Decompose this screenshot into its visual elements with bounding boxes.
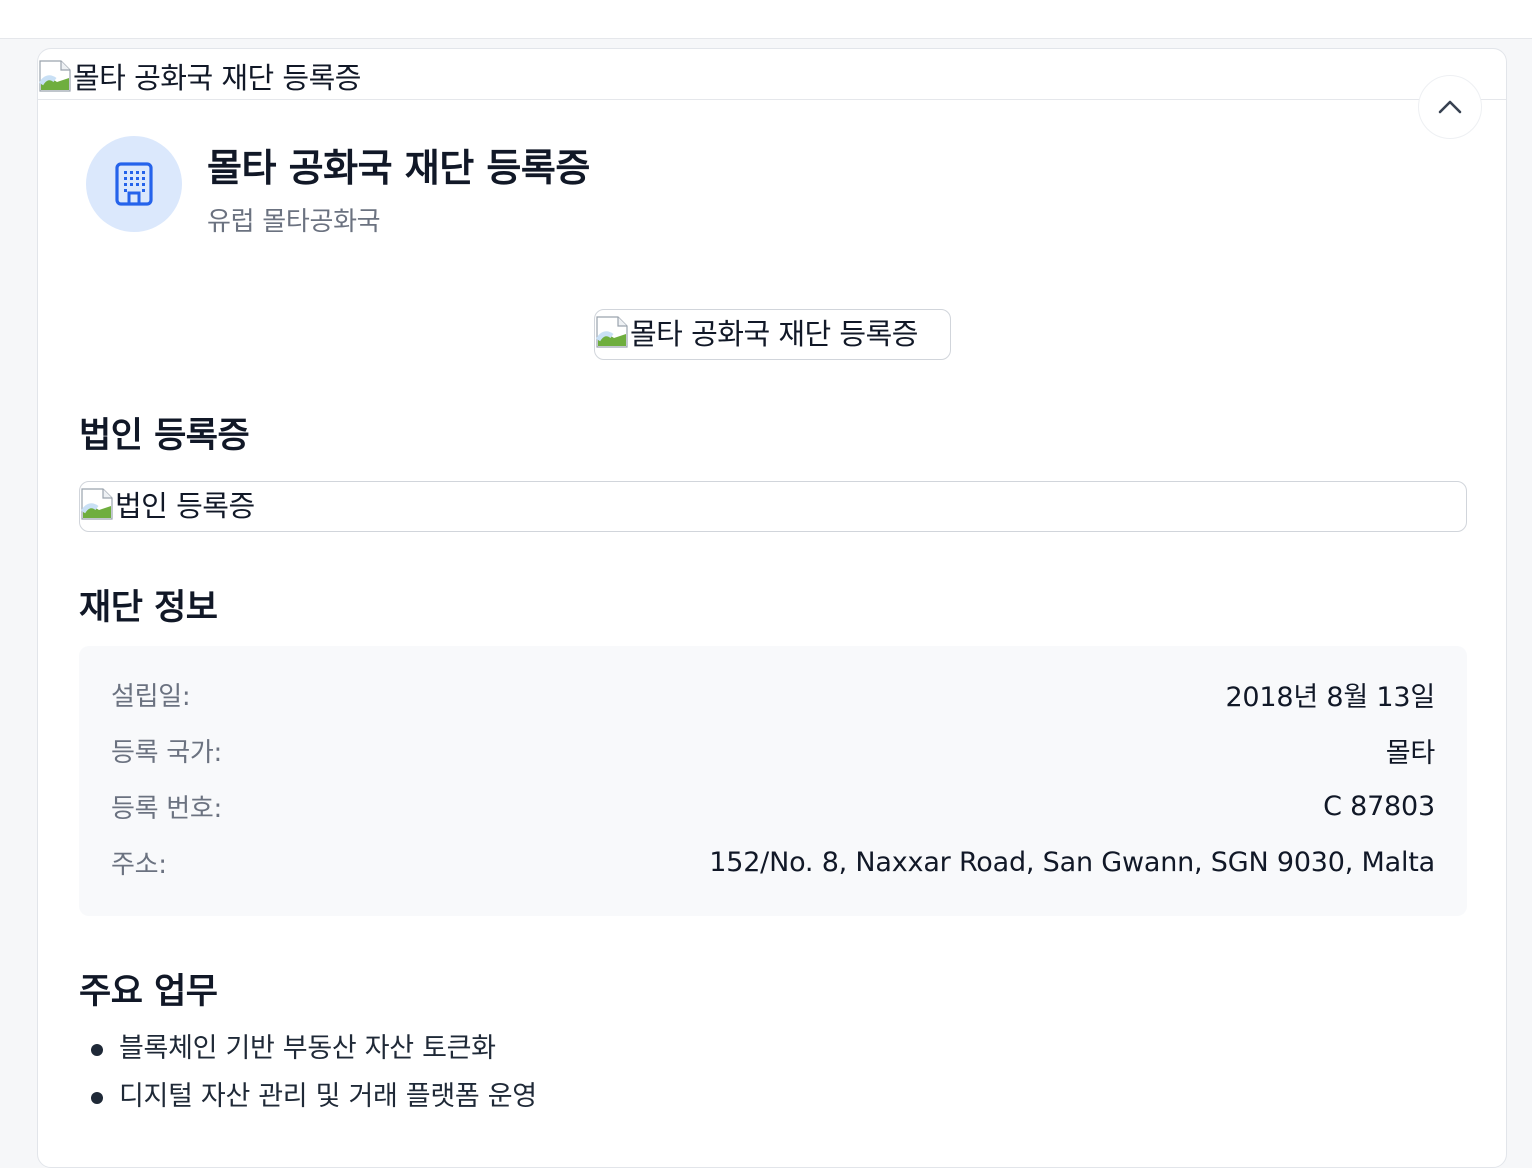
certificate-section-title: 법인 등록증 (79, 416, 250, 456)
organization-title: 몰타 공화국 재단 등록증 (207, 146, 590, 190)
duties-section-title: 주요 업무 (79, 972, 218, 1012)
info-value: C 87803 (1323, 790, 1435, 822)
certificate-image-frame[interactable]: 법인 등록증 (79, 481, 1467, 532)
list-item: 블록체인 기반 부동산 자산 토큰화 (88, 1029, 537, 1077)
foundation-info-box: 설립일: 2018년 8월 13일 등록 국가: 몰타 등록 번호: C 878… (79, 646, 1467, 916)
info-row-country: 등록 국가: 몰타 (111, 730, 1435, 770)
info-row-founded: 설립일: 2018년 8월 13일 (111, 674, 1435, 714)
list-item: 디지털 자산 관리 및 거래 플랫폼 운영 (88, 1077, 537, 1125)
info-label: 설립일: (111, 681, 191, 712)
organization-subtitle: 유럽 몰타공화국 (207, 207, 381, 237)
info-section-title: 재단 정보 (79, 588, 218, 628)
bullet-icon (91, 1092, 103, 1104)
foundation-card: 몰타 공화국 재단 등록증 몰타 공화국 재단 등록증 유럽 몰타공화국 몰타 … (37, 48, 1507, 1168)
card-header: 몰타 공화국 재단 등록증 (38, 49, 1506, 100)
info-value: 152/No. 8, Naxxar Road, San Gwann, SGN 9… (709, 846, 1435, 878)
top-bar (0, 0, 1532, 39)
banner-image: 몰타 공화국 재단 등록증 (38, 55, 361, 97)
building-icon (115, 162, 153, 206)
info-row-registration-number: 등록 번호: C 87803 (111, 786, 1435, 826)
info-value: 몰타 (1385, 737, 1435, 769)
broken-image-icon (38, 60, 71, 92)
organization-avatar (86, 136, 182, 232)
bullet-icon (91, 1044, 103, 1056)
logo-image: 몰타 공화국 재단 등록증 (595, 311, 918, 353)
info-label: 등록 국가: (111, 737, 222, 768)
chevron-up-icon (1438, 100, 1462, 114)
info-label: 등록 번호: (111, 793, 222, 824)
info-label: 주소: (111, 849, 167, 880)
info-row-address: 주소: 152/No. 8, Naxxar Road, San Gwann, S… (111, 842, 1435, 882)
duties-list: 블록체인 기반 부동산 자산 토큰화 디지털 자산 관리 및 거래 플랫폼 운영 (88, 1029, 537, 1125)
broken-image-icon (595, 316, 628, 348)
info-value: 2018년 8월 13일 (1225, 681, 1435, 713)
broken-image-icon (80, 488, 113, 520)
organization-logo: 몰타 공화국 재단 등록증 (594, 309, 951, 360)
collapse-button[interactable] (1418, 75, 1482, 139)
certificate-image: 법인 등록증 (80, 483, 255, 525)
